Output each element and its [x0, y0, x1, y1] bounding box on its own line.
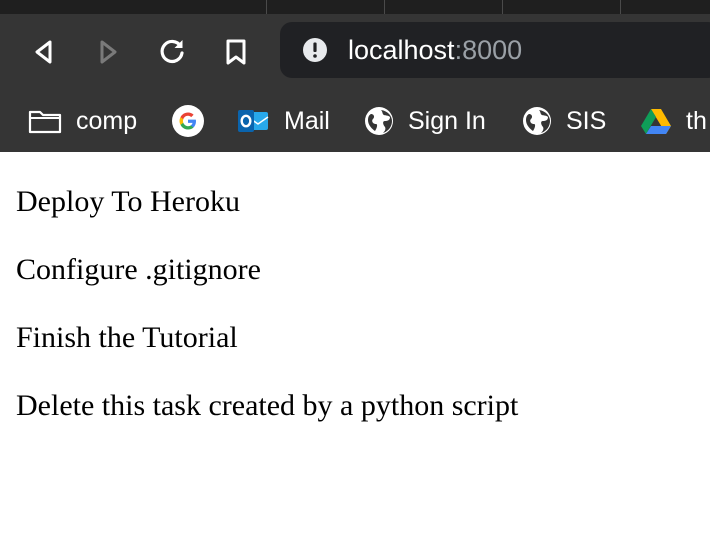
bookmarks-bar: comp Mail Sign In SIS th: [0, 90, 710, 152]
task-item: Deploy To Heroku: [16, 185, 240, 218]
url-host: localhost: [348, 35, 455, 65]
folder-icon: [28, 110, 62, 134]
bookmark-label: Mail: [284, 106, 330, 135]
tab-divider: [266, 0, 267, 14]
bookmark-icon: [226, 39, 246, 65]
tab-divider: [384, 0, 385, 14]
task-item: Configure .gitignore: [16, 253, 261, 286]
tab-strip: [0, 0, 710, 14]
bookmark-page-button[interactable]: [218, 34, 254, 70]
back-button[interactable]: [26, 34, 62, 70]
url-port: :8000: [454, 35, 523, 65]
forward-arrow-icon: [100, 40, 117, 64]
url-text[interactable]: localhost:8000: [348, 34, 522, 66]
back-arrow-icon: [35, 40, 52, 64]
bookmark-label: SIS: [566, 106, 607, 135]
outlook-icon: [238, 110, 269, 132]
globe-icon: [523, 107, 551, 135]
google-icon: [172, 105, 204, 137]
bookmark-label: Sign In: [408, 106, 486, 135]
task-item: Delete this task created by a python scr…: [16, 389, 519, 422]
reload-icon: [160, 39, 184, 64]
bookmark-label: comp: [76, 106, 138, 135]
bookmark-sign-in[interactable]: Sign In: [364, 90, 486, 152]
globe-icon: [365, 107, 393, 135]
tab-divider: [502, 0, 503, 14]
bookmark-sis[interactable]: SIS: [522, 90, 606, 152]
bookmark-mail[interactable]: Mail: [236, 90, 330, 152]
info-icon[interactable]: [302, 37, 328, 63]
tab-divider: [620, 0, 621, 14]
bookmark-comp[interactable]: comp: [28, 90, 137, 152]
address-bar[interactable]: localhost:8000: [280, 22, 710, 78]
bookmark-google[interactable]: [172, 90, 218, 152]
forward-button[interactable]: [90, 34, 126, 70]
task-item: Finish the Tutorial: [16, 321, 238, 354]
bookmark-drive[interactable]: th: [640, 90, 707, 152]
google-drive-icon: [641, 109, 671, 134]
browser-toolbar: localhost:8000: [0, 14, 710, 90]
bookmark-label: th: [686, 106, 707, 135]
reload-button[interactable]: [154, 34, 190, 70]
